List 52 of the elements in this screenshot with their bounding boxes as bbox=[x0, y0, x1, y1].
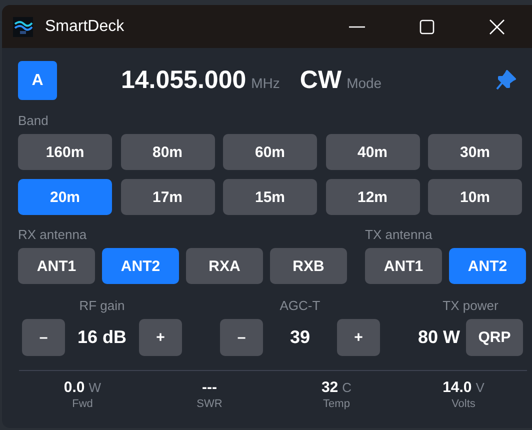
vfo-button[interactable]: A bbox=[18, 61, 57, 100]
antenna-button[interactable]: ANT2 bbox=[449, 248, 526, 284]
antenna-button[interactable]: RXB bbox=[270, 248, 347, 284]
band-button[interactable]: 10m bbox=[428, 179, 522, 215]
minimize-icon bbox=[349, 26, 365, 28]
band-button[interactable]: 20m bbox=[18, 179, 112, 215]
status-label: Temp bbox=[323, 398, 350, 410]
rx-antenna-label: RX antenna bbox=[18, 227, 88, 244]
close-icon bbox=[489, 18, 505, 34]
frequency-unit: MHz bbox=[251, 75, 280, 91]
antenna-button[interactable]: ANT1 bbox=[18, 248, 95, 284]
increase-button[interactable]: + bbox=[139, 319, 182, 356]
antenna-button[interactable]: RXA bbox=[186, 248, 263, 284]
mode-value: CW bbox=[300, 66, 342, 95]
control-value: 16 dB bbox=[77, 327, 127, 348]
antenna-button[interactable]: ANT2 bbox=[102, 248, 179, 284]
status-value: --- bbox=[202, 379, 217, 396]
band-button[interactable]: 15m bbox=[223, 179, 317, 215]
status-unit: V bbox=[476, 380, 484, 395]
qrp-button[interactable]: QRP bbox=[466, 319, 523, 356]
decrease-button[interactable]: – bbox=[220, 319, 263, 356]
tx-antenna-label: TX antenna bbox=[365, 227, 434, 244]
band-button[interactable]: 60m bbox=[223, 134, 317, 170]
window-title: SmartDeck bbox=[45, 18, 126, 36]
status-value: 14.0 bbox=[442, 379, 472, 396]
band-button[interactable]: 12m bbox=[326, 179, 420, 215]
status-value: 32 bbox=[321, 379, 338, 396]
mode-label: Mode bbox=[346, 75, 382, 91]
increase-button[interactable]: + bbox=[336, 319, 380, 356]
status-unit: C bbox=[342, 380, 352, 395]
control-value: 39 bbox=[288, 327, 311, 348]
status-unit: W bbox=[88, 380, 102, 395]
status-label: Fwd bbox=[72, 398, 93, 410]
decrease-button[interactable]: – bbox=[22, 319, 65, 356]
status-label: SWR bbox=[196, 398, 222, 410]
band-button[interactable]: 17m bbox=[120, 179, 214, 215]
band-button[interactable]: 40m bbox=[326, 134, 420, 170]
pin-icon bbox=[496, 70, 518, 92]
band-button[interactable]: 80m bbox=[120, 134, 214, 170]
control-label: TX power bbox=[442, 298, 498, 313]
frequency-value: 14.055.000 bbox=[121, 66, 246, 95]
antenna-button[interactable]: ANT1 bbox=[365, 248, 442, 284]
control-value: 80 W bbox=[418, 327, 460, 348]
band-button[interactable]: 30m bbox=[428, 134, 522, 170]
status-label: Volts bbox=[452, 398, 476, 410]
status-value: 0.0 bbox=[64, 379, 85, 396]
control-label: AGC-T bbox=[280, 298, 320, 313]
control-label: RF gain bbox=[79, 298, 125, 313]
band-label: Band bbox=[18, 113, 50, 130]
maximize-icon bbox=[419, 18, 435, 34]
app-logo-icon bbox=[13, 16, 33, 36]
band-button[interactable]: 160m bbox=[18, 134, 112, 170]
